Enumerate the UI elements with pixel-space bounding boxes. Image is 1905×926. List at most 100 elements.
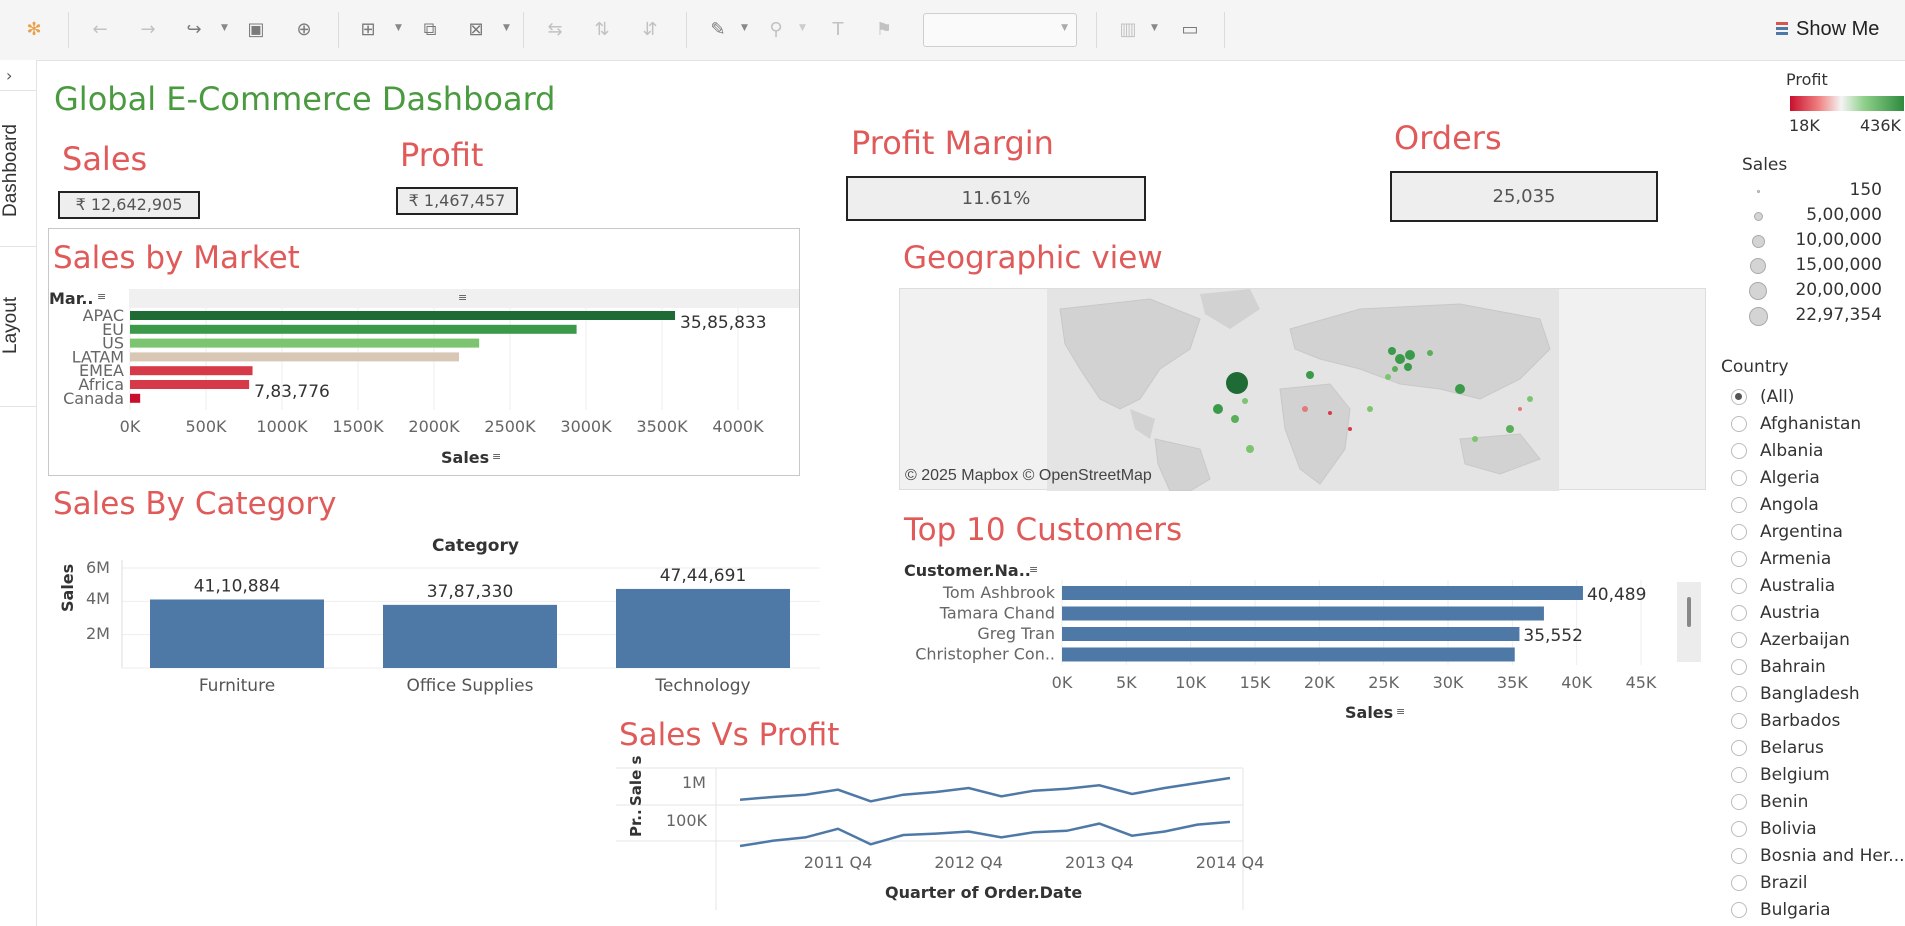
country-radio[interactable] — [1731, 821, 1747, 837]
country-option-label[interactable]: Azerbaijan — [1760, 629, 1850, 651]
sort-ascending-icon[interactable]: ⇅ — [590, 18, 614, 42]
customer-value-label: 40,489 — [1587, 585, 1646, 605]
presentation-mode-icon[interactable]: ▭ — [1178, 18, 1202, 42]
country-radio[interactable] — [1731, 713, 1747, 729]
tab-layout[interactable]: Layout — [0, 288, 36, 362]
country-option-label[interactable]: Angola — [1760, 494, 1819, 516]
redo-icon[interactable]: → — [136, 18, 160, 42]
country-option-label[interactable]: Bahrain — [1760, 656, 1826, 678]
category-y-axis-title: Sales — [58, 563, 77, 612]
country-radio[interactable] — [1731, 875, 1747, 891]
country-radio[interactable] — [1731, 389, 1747, 405]
chevron-down-icon[interactable]: ▼ — [799, 24, 807, 33]
sort-icon[interactable]: ≡ — [97, 290, 106, 303]
country-radio[interactable] — [1731, 740, 1747, 756]
country-option-label[interactable]: Belgium — [1760, 764, 1830, 786]
tab-dashboard[interactable]: Dashboard — [0, 116, 36, 226]
customer-row-header[interactable]: Customer.Na.. — [904, 561, 1031, 580]
country-option-label[interactable]: Bangladesh — [1760, 683, 1860, 705]
sort-descending-icon[interactable]: ⇵ — [638, 18, 662, 42]
sort-icon[interactable]: ≡ — [458, 291, 467, 304]
country-option-label[interactable]: Barbados — [1760, 710, 1840, 732]
chevron-down-icon[interactable]: ▼ — [503, 24, 511, 33]
save-icon[interactable]: ▣ — [244, 18, 268, 42]
country-radio[interactable] — [1731, 794, 1747, 810]
country-option-label[interactable]: Australia — [1760, 575, 1835, 597]
profit-legend-title: Profit — [1786, 70, 1828, 89]
rail-divider — [0, 90, 36, 91]
country-option-label[interactable]: Albania — [1760, 440, 1823, 462]
chevron-down-icon[interactable]: ▼ — [741, 24, 749, 33]
replay-icon[interactable]: ↪ — [182, 18, 206, 42]
svp-x-tick: 2012 Q4 — [934, 853, 1003, 872]
category-header: Category — [432, 536, 519, 556]
country-radio[interactable] — [1731, 470, 1747, 486]
country-radio[interactable] — [1731, 659, 1747, 675]
clear-sheet-icon[interactable]: ⊠ — [464, 18, 488, 42]
kpi-sales-title: Sales — [62, 140, 148, 178]
duplicate-sheet-icon[interactable]: ⧉ — [418, 18, 442, 42]
country-option-label[interactable]: Bolivia — [1760, 818, 1817, 840]
map-credit[interactable]: © 2025 Mapbox © OpenStreetMap — [905, 467, 1152, 485]
country-radio[interactable] — [1731, 497, 1747, 513]
fit-dropdown[interactable]: ▼ — [923, 13, 1077, 47]
sort-icon[interactable]: ≡ — [492, 450, 501, 463]
sales-line — [739, 776, 1231, 803]
show-cards-icon[interactable]: ▥ — [1116, 18, 1140, 42]
category-x-label: Furniture — [199, 676, 275, 696]
country-option-label[interactable]: (All) — [1760, 386, 1794, 408]
country-option-label[interactable]: Afghanistan — [1760, 413, 1861, 435]
scrollbar[interactable] — [1677, 582, 1701, 662]
country-radio[interactable] — [1731, 416, 1747, 432]
country-radio[interactable] — [1731, 632, 1747, 648]
country-option-label[interactable]: Benin — [1760, 791, 1808, 813]
map-panel[interactable]: © 2025 Mapbox © OpenStreetMap — [899, 288, 1706, 492]
country-option-label[interactable]: Bulgaria — [1760, 899, 1831, 921]
country-option-label[interactable]: Armenia — [1760, 548, 1831, 570]
category-bar — [150, 599, 324, 668]
customer-label: Christopher Con.. — [915, 645, 1055, 664]
country-radio[interactable] — [1731, 443, 1747, 459]
pin-icon[interactable]: ⚑ — [872, 18, 896, 42]
highlight-icon[interactable]: ✎ — [706, 18, 730, 42]
toolbar: ✻ ← → ↪ ▼ ▣ ⊕ ⊞ ▼ ⧉ ⊠ ▼ ⇆ ⇅ ⇵ ✎ ▼ ⚲ ▼ T … — [0, 0, 1905, 61]
country-radio[interactable] — [1731, 848, 1747, 864]
undo-icon[interactable]: ← — [88, 18, 112, 42]
country-radio[interactable] — [1731, 551, 1747, 567]
profit-color-ramp[interactable] — [1790, 96, 1904, 111]
country-radio[interactable] — [1731, 605, 1747, 621]
labels-icon[interactable]: T — [826, 18, 850, 42]
sort-icon[interactable]: ≡ — [1029, 563, 1038, 576]
new-datasource-icon[interactable]: ⊕ — [292, 18, 316, 42]
tableau-logo-icon[interactable]: ✻ — [22, 18, 46, 42]
country-radio[interactable] — [1731, 524, 1747, 540]
market-row-header[interactable]: Mar.. — [49, 289, 93, 308]
chevron-down-icon[interactable]: ▼ — [1151, 24, 1159, 33]
country-radio[interactable] — [1731, 686, 1747, 702]
group-icon[interactable]: ⚲ — [764, 18, 788, 42]
country-radio[interactable] — [1731, 902, 1747, 918]
customer-bar — [1062, 606, 1544, 621]
expand-chevron-icon[interactable]: › — [6, 66, 12, 85]
chevron-down-icon[interactable]: ▼ — [221, 24, 229, 33]
show-me-button[interactable]: Show Me — [1776, 14, 1879, 44]
scrollbar-thumb[interactable] — [1687, 597, 1691, 627]
country-radio[interactable] — [1731, 767, 1747, 783]
swap-icon[interactable]: ⇆ — [543, 18, 567, 42]
country-radio[interactable] — [1731, 578, 1747, 594]
country-option-label[interactable]: Algeria — [1760, 467, 1820, 489]
rail-divider — [0, 246, 36, 247]
country-option-label[interactable]: Austria — [1760, 602, 1820, 624]
country-option-label[interactable]: Belarus — [1760, 737, 1824, 759]
sort-icon[interactable]: ≡ — [1396, 705, 1405, 718]
sales-legend-title: Sales — [1742, 155, 1788, 175]
country-option-label[interactable]: Bosnia and Her... — [1760, 845, 1905, 867]
chevron-down-icon[interactable]: ▼ — [395, 24, 403, 33]
customer-x-tick: 5K — [1116, 673, 1137, 692]
country-option-label[interactable]: Argentina — [1760, 521, 1843, 543]
toolbar-separator — [338, 12, 339, 48]
new-worksheet-icon[interactable]: ⊞ — [356, 18, 380, 42]
country-option-label[interactable]: Brazil — [1760, 872, 1807, 894]
dashboard-title: Global E-Commerce Dashboard — [54, 80, 556, 118]
category-y-tick: 2M — [86, 624, 110, 643]
